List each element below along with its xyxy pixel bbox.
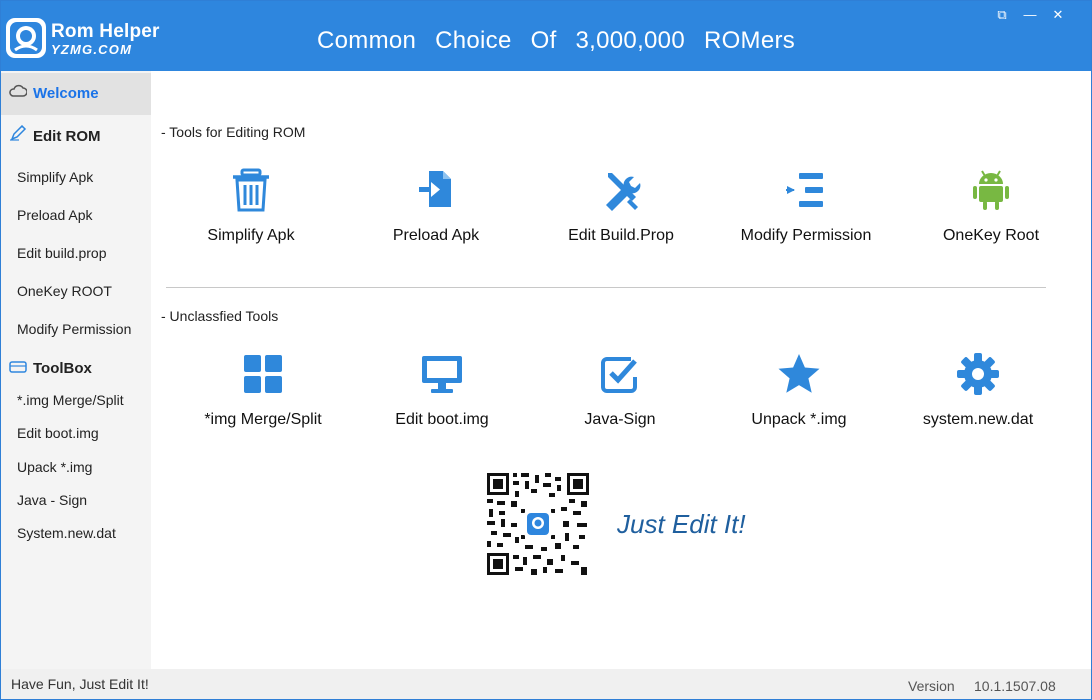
checkbox-icon	[601, 357, 637, 393]
tool-label: OneKey Root	[942, 227, 1040, 244]
monitor-icon	[422, 356, 462, 393]
sidebar-item-label: Welcome	[33, 85, 99, 102]
tool-label: Modify Permission	[740, 227, 872, 244]
tool-label: Simplify Apk	[207, 227, 295, 244]
tool-label: system.new.dat	[922, 411, 1034, 428]
title-bar: Rom Helper YZMG.COM Common Choice Of 3,0…	[1, 1, 1091, 71]
tool-preload-apk[interactable]: Preload Apk	[351, 167, 521, 245]
status-bar: Have Fun, Just Edit It! Version 10.1.150…	[1, 669, 1091, 699]
indent-list-icon	[786, 173, 823, 207]
tool-unpack-img[interactable]: Unpack *.img	[714, 351, 884, 429]
app-logo-icon	[6, 18, 46, 58]
sidebar-item-welcome[interactable]: Welcome	[1, 73, 151, 115]
qr-code[interactable]	[485, 471, 591, 577]
sidebar-item-java-sign[interactable]: Java - Sign	[1, 488, 151, 512]
tool-label: Unpack *.img	[751, 411, 847, 428]
app-name: Rom Helper	[51, 21, 160, 42]
slogan: Common Choice Of 3,000,000 ROMers	[317, 27, 796, 54]
section-title-editing: - Tools for Editing ROM	[161, 124, 306, 140]
tagline: Just Edit It!	[617, 509, 746, 539]
section-title-unclassified: - Unclassfied Tools	[161, 308, 279, 324]
grid-icon	[244, 355, 282, 393]
minimize-icon[interactable]: —	[1021, 7, 1039, 23]
restore-icon[interactable]: ⧉	[993, 7, 1011, 23]
tool-modify-permission[interactable]: Modify Permission	[721, 167, 891, 245]
close-icon[interactable]: ✕	[1049, 7, 1067, 23]
sidebar-item-simplify-apk[interactable]: Simplify Apk	[1, 165, 151, 189]
cloud-icon	[9, 73, 28, 115]
app-site: YZMG.COM	[51, 42, 133, 57]
sidebar-item-preload-apk[interactable]: Preload Apk	[1, 203, 151, 227]
trash-icon	[233, 168, 269, 212]
tool-system-new-dat[interactable]: system.new.dat	[893, 351, 1063, 429]
tool-label: Edit boot.img	[395, 411, 489, 428]
tool-label: Java-Sign	[584, 411, 656, 428]
sidebar-item-onekey-root[interactable]: OneKey ROOT	[1, 279, 151, 303]
tool-onekey-root[interactable]: OneKey Root	[906, 167, 1076, 245]
version-number: 10.1.1507.08	[974, 678, 1056, 694]
tool-edit-build-prop[interactable]: Edit Build.Prop	[536, 167, 706, 245]
version-label: Version	[908, 678, 955, 694]
pen-icon	[9, 117, 27, 157]
sidebar-item-modify-permission[interactable]: Modify Permission	[1, 317, 151, 341]
sidebar-item-edit-boot-img[interactable]: Edit boot.img	[1, 421, 151, 445]
file-import-icon	[419, 171, 451, 207]
tool-java-sign[interactable]: Java-Sign	[535, 351, 705, 429]
sidebar: Welcome Edit ROM Simplify Apk Preload Ap…	[1, 71, 151, 669]
sidebar-item-img-merge-split[interactable]: *.img Merge/Split	[1, 388, 151, 412]
sidebar-item-unpack-img[interactable]: Upack *.img	[1, 455, 151, 479]
sidebar-header-label: ToolBox	[33, 360, 92, 377]
toolbox-icon	[9, 355, 27, 383]
tool-label: Edit Build.Prop	[568, 227, 674, 244]
sidebar-item-edit-build-prop[interactable]: Edit build.prop	[1, 241, 151, 265]
main-panel: - Tools for Editing ROM Simplify Apk Pre…	[151, 71, 1091, 669]
android-icon	[973, 170, 1009, 210]
sidebar-header-edit-rom[interactable]: Edit ROM	[1, 117, 151, 157]
wrench-screwdriver-icon	[606, 173, 641, 211]
section-divider	[166, 287, 1046, 288]
tool-simplify-apk[interactable]: Simplify Apk	[166, 167, 336, 245]
tool-label: Preload Apk	[392, 227, 480, 244]
tool-edit-boot-img[interactable]: Edit boot.img	[357, 351, 527, 429]
tool-label: *img Merge/Split	[204, 411, 322, 428]
sidebar-item-system-new-dat[interactable]: System.new.dat	[1, 521, 151, 545]
sidebar-header-label: Edit ROM	[33, 128, 101, 145]
gear-icon	[957, 353, 999, 395]
brand: Rom Helper YZMG.COM	[51, 21, 160, 57]
sidebar-header-toolbox[interactable]: ToolBox	[1, 355, 151, 383]
status-message: Have Fun, Just Edit It!	[11, 676, 149, 692]
tool-img-merge-split[interactable]: *img Merge/Split	[178, 351, 348, 429]
star-icon	[778, 354, 820, 393]
